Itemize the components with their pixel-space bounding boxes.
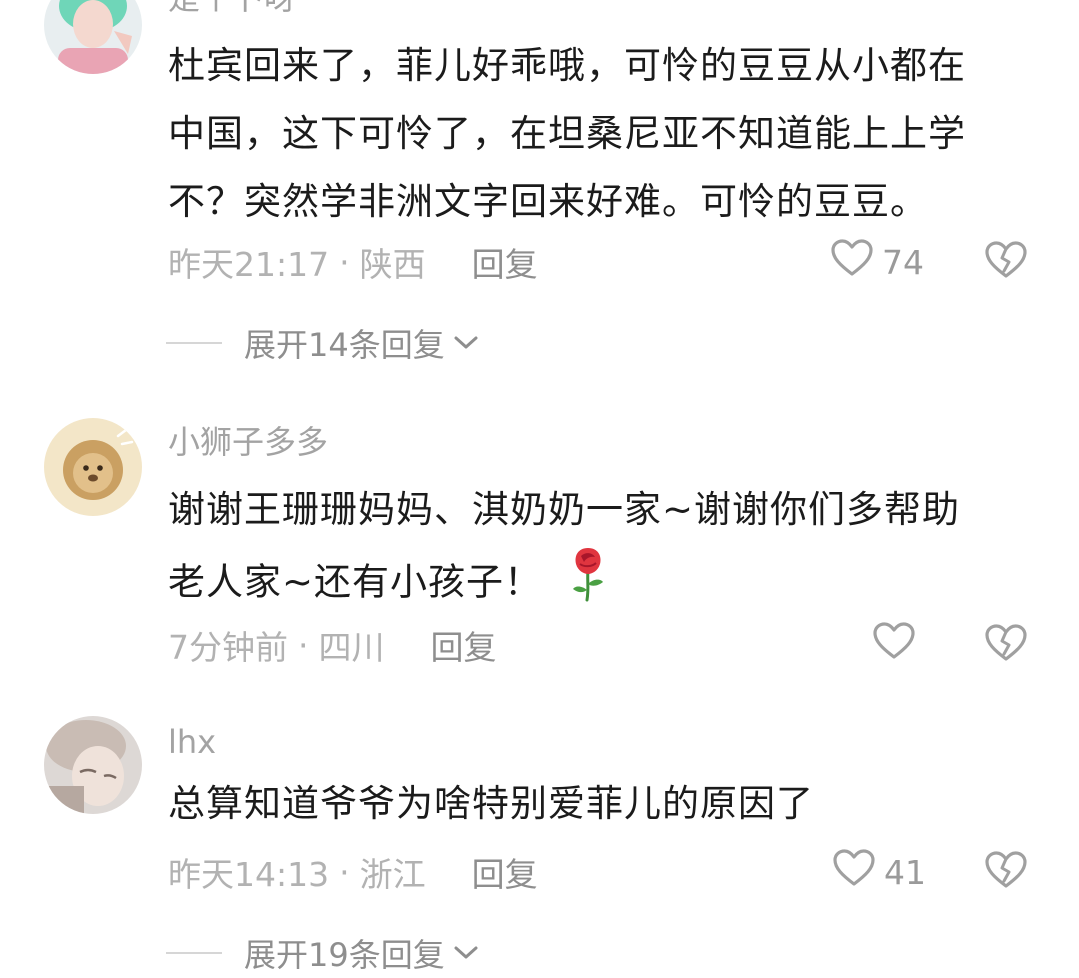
like-button[interactable] bbox=[872, 620, 924, 670]
username[interactable]: 是个卜呀 bbox=[168, 0, 296, 18]
divider-line bbox=[166, 952, 222, 954]
reply-button[interactable]: 回复 bbox=[472, 848, 538, 896]
comment-text: 总算知道爷爷为啥特别爱菲儿的原因了 bbox=[168, 782, 814, 825]
rose-emoji bbox=[568, 544, 608, 624]
username[interactable]: lhx bbox=[168, 722, 216, 762]
dislike-button[interactable] bbox=[984, 847, 1030, 897]
comment-meta: 昨天14:13 · 浙江 回复 bbox=[168, 847, 538, 897]
reply-button[interactable]: 回复 bbox=[472, 238, 538, 286]
expand-replies-button[interactable]: 展开19条回复 bbox=[166, 928, 479, 978]
comment-meta: 昨天21:17 · 陕西 回复 bbox=[168, 237, 538, 287]
like-button[interactable]: 41 bbox=[832, 847, 926, 897]
username[interactable]: 小狮子多多 bbox=[168, 422, 328, 462]
timestamp: 昨天14:13 bbox=[168, 855, 330, 894]
comment-meta: 7分钟前 · 四川 回复 bbox=[168, 620, 497, 670]
expand-replies-label: 展开14条回复 bbox=[244, 326, 445, 364]
heart-outline-icon bbox=[872, 621, 916, 669]
meta-separator: · bbox=[339, 852, 350, 892]
divider-line bbox=[166, 342, 222, 344]
reply-button[interactable]: 回复 bbox=[431, 621, 497, 669]
location: 陕西 bbox=[359, 245, 426, 284]
location: 浙江 bbox=[359, 855, 426, 894]
meta-separator: · bbox=[298, 625, 309, 665]
like-button[interactable]: 74 bbox=[830, 237, 924, 287]
dislike-button[interactable] bbox=[984, 620, 1030, 670]
dislike-button[interactable] bbox=[984, 237, 1030, 287]
broken-heart-icon bbox=[984, 850, 1028, 894]
avatar[interactable] bbox=[44, 716, 142, 814]
avatar[interactable] bbox=[44, 418, 142, 516]
avatar[interactable] bbox=[44, 0, 142, 74]
heart-outline-icon bbox=[830, 238, 874, 286]
timestamp: 7分钟前 bbox=[168, 628, 288, 667]
chevron-down-icon bbox=[453, 334, 479, 352]
timestamp: 昨天21:17 bbox=[168, 245, 330, 284]
like-count: 74 bbox=[882, 242, 924, 282]
meta-separator: · bbox=[339, 242, 350, 282]
comment-text: 谢谢王珊珊妈妈、淇奶奶一家~谢谢你们多帮助 老人家~还有小孩子！ bbox=[168, 476, 1048, 624]
location: 四川 bbox=[318, 628, 385, 667]
broken-heart-icon bbox=[984, 623, 1028, 667]
expand-replies-button[interactable]: 展开14条回复 bbox=[166, 318, 479, 368]
chevron-down-icon bbox=[453, 944, 479, 962]
broken-heart-icon bbox=[984, 240, 1028, 284]
heart-outline-icon bbox=[832, 848, 876, 896]
expand-replies-label: 展开19条回复 bbox=[244, 936, 445, 974]
like-count: 41 bbox=[884, 852, 926, 892]
comment-text: 杜宾回来了，菲儿好乖哦，可怜的豆豆从小都在 中国，这下可怜了，在坦桑尼亚不知道能… bbox=[168, 44, 966, 223]
